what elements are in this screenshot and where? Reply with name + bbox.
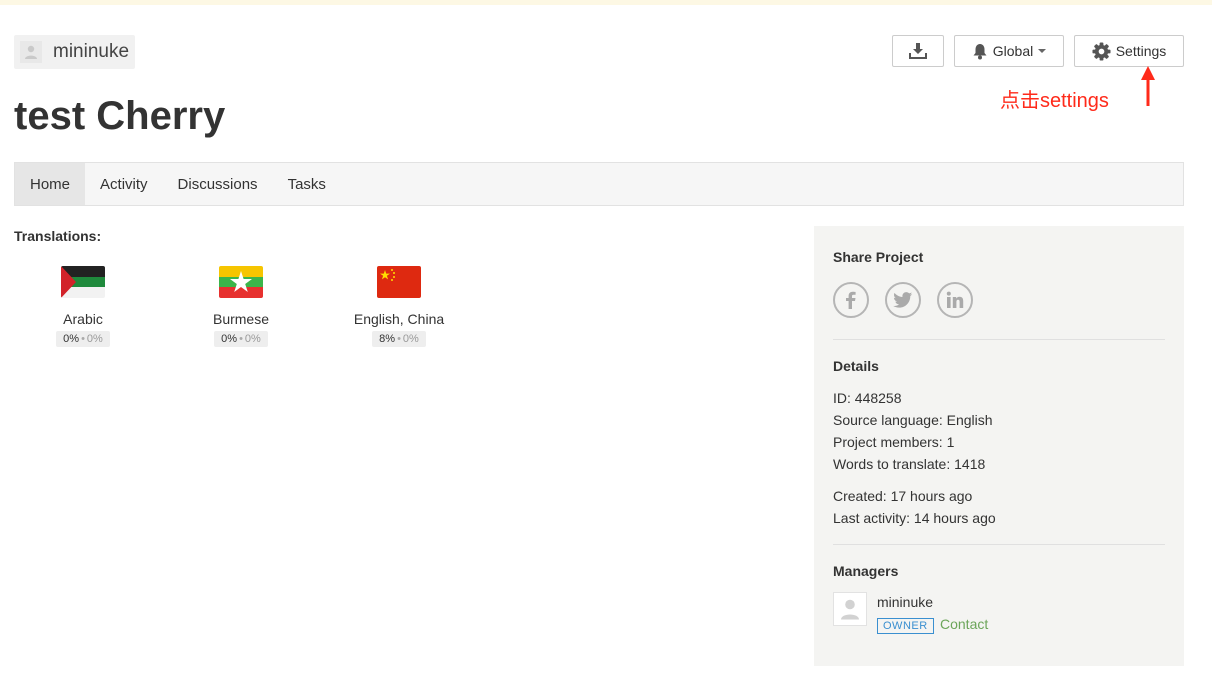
user-placeholder-icon <box>25 45 37 59</box>
annotation-text: 点击settings <box>1000 90 1109 112</box>
avatar[interactable] <box>833 592 867 626</box>
linkedin-icon <box>946 291 964 308</box>
gear-icon <box>1092 41 1111 61</box>
notifications-global-dropdown[interactable]: Global <box>954 35 1064 67</box>
created-time: Created: 17 hours ago <box>833 488 973 504</box>
approved-percent: 0% <box>244 333 261 345</box>
page-title: test Cherry <box>14 94 226 138</box>
tab-discussions[interactable]: Discussions <box>163 163 273 205</box>
twitter-icon <box>893 291 913 308</box>
project-details: ID: 448258 Source language: English Proj… <box>833 387 996 529</box>
project-tabs: Home Activity Discussions Tasks <box>14 162 1184 206</box>
separator-dot: • <box>81 333 85 345</box>
language-progress: 8% • 0% <box>372 331 426 347</box>
settings-label: Settings <box>1115 43 1167 59</box>
translated-percent: 0% <box>63 333 80 345</box>
source-language: Source language: English <box>833 412 993 428</box>
user-placeholder-icon <box>841 599 859 620</box>
translated-percent: 0% <box>221 333 238 345</box>
language-progress: 0% • 0% <box>214 331 268 347</box>
share-project-heading: Share Project <box>833 249 924 265</box>
manager-name[interactable]: mininuke <box>877 594 933 610</box>
project-members: Project members: 1 <box>833 434 955 450</box>
linkedin-share-button[interactable] <box>937 282 973 318</box>
details-heading: Details <box>833 358 879 374</box>
annotation-arrow-icon <box>1141 66 1155 106</box>
language-progress: 0% • 0% <box>56 331 110 347</box>
download-icon <box>909 43 927 59</box>
bell-icon <box>973 43 987 59</box>
language-item-english-china[interactable]: English, China 8% • 0% <box>319 266 479 347</box>
language-item-arabic[interactable]: Arabic 0% • 0% <box>3 266 163 347</box>
language-item-burmese[interactable]: Burmese 0% • 0% <box>161 266 321 347</box>
sidebar-divider <box>833 544 1165 545</box>
download-button[interactable] <box>892 35 944 67</box>
facebook-icon <box>846 291 856 309</box>
words-to-translate: Words to translate: 1418 <box>833 456 986 472</box>
project-sidebar: Share Project Details ID: 448258 Source … <box>814 226 1184 666</box>
last-activity-time: Last activity: 14 hours ago <box>833 510 996 526</box>
global-label: Global <box>992 43 1034 59</box>
project-owner-link[interactable]: mininuke <box>14 35 136 69</box>
sidebar-divider <box>833 339 1165 340</box>
translated-percent: 8% <box>379 333 396 345</box>
owner-badge: OWNER <box>877 618 934 634</box>
chevron-down-icon <box>1038 49 1047 53</box>
separator-dot: • <box>397 333 401 345</box>
project-id: ID: 448258 <box>833 390 902 406</box>
china-flag-icon <box>377 266 421 298</box>
language-name: English, China <box>353 311 445 327</box>
language-name: Burmese <box>212 311 270 327</box>
separator-dot: • <box>239 333 243 345</box>
contact-link[interactable]: Contact <box>940 616 988 632</box>
approved-percent: 0% <box>86 333 103 345</box>
myanmar-flag-icon <box>219 266 263 298</box>
tab-home[interactable]: Home <box>15 163 86 205</box>
avatar <box>20 41 42 63</box>
tab-activity[interactable]: Activity <box>85 163 163 205</box>
managers-heading: Managers <box>833 563 899 579</box>
owner-name: mininuke <box>53 41 130 62</box>
tab-tasks[interactable]: Tasks <box>273 163 341 205</box>
language-name: Arabic <box>63 311 103 327</box>
settings-button[interactable]: Settings <box>1074 35 1184 67</box>
approved-percent: 0% <box>402 333 419 345</box>
translations-heading: Translations: <box>14 228 102 244</box>
facebook-share-button[interactable] <box>833 282 869 318</box>
arabic-flag-icon <box>61 266 105 298</box>
twitter-share-button[interactable] <box>885 282 921 318</box>
top-notice-bar <box>0 0 1212 5</box>
